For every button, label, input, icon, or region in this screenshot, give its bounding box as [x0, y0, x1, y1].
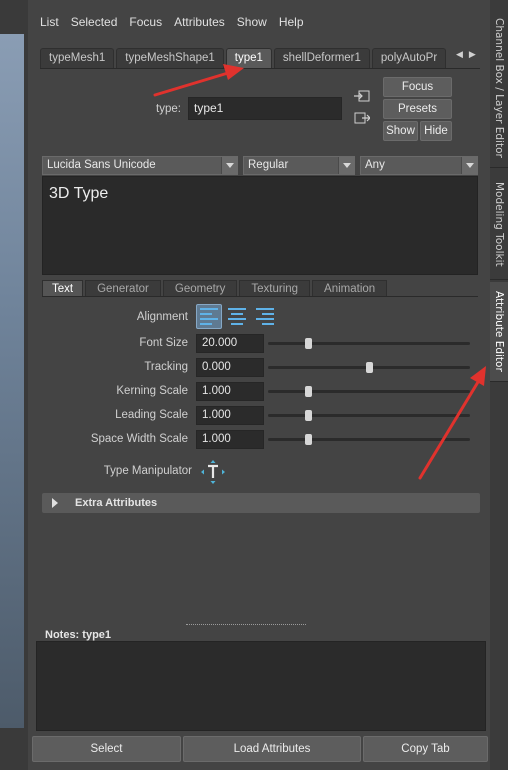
- slider-handle[interactable]: [366, 362, 373, 373]
- tab-scroll-arrows: ◀ ▶: [456, 50, 476, 60]
- tracking-label: Tracking: [144, 361, 188, 373]
- font-family-value: Lucida Sans Unicode: [47, 159, 156, 171]
- tab-scroll-left-icon[interactable]: ◀: [456, 50, 463, 60]
- notes-text-area[interactable]: [36, 641, 486, 731]
- bottom-button-bar: Select Load Attributes Copy Tab: [28, 736, 490, 762]
- input-connection-icon[interactable]: [354, 89, 370, 103]
- attribute-editor-panel: List Selected Focus Attributes Show Help…: [28, 0, 490, 770]
- font-size-label: Font Size: [139, 337, 188, 349]
- menu-bar: List Selected Focus Attributes Show Help: [28, 12, 310, 32]
- tab-modeling-toolkit[interactable]: Modeling Toolkit: [490, 170, 508, 280]
- leading-scale-field[interactable]: 1.000: [196, 406, 264, 425]
- slider-track: [268, 390, 470, 393]
- attribute-sub-tabs: Text Generator Geometry Texturing Animat…: [42, 280, 389, 297]
- node-name-field[interactable]: type1: [188, 97, 342, 120]
- show-button[interactable]: Show: [383, 121, 418, 141]
- 3d-viewport[interactable]: [0, 34, 24, 728]
- focus-button[interactable]: Focus: [383, 77, 452, 97]
- notes-title: Notes: type1: [45, 629, 111, 641]
- menu-help[interactable]: Help: [273, 12, 310, 32]
- tab-typemesh1[interactable]: typeMesh1: [40, 48, 115, 68]
- select-button[interactable]: Select: [32, 736, 181, 762]
- subtab-generator[interactable]: Generator: [85, 280, 161, 297]
- tab-scroll-right-icon[interactable]: ▶: [469, 50, 476, 60]
- extra-attributes-header[interactable]: Extra Attributes: [42, 493, 480, 513]
- alignment-buttons: [196, 304, 278, 329]
- slider-handle[interactable]: [305, 386, 313, 397]
- tracking-slider[interactable]: [268, 362, 470, 373]
- slider-handle[interactable]: [305, 434, 313, 445]
- slider-track: [268, 342, 470, 345]
- slider-handle[interactable]: [305, 338, 313, 349]
- notes-node-name: type1: [82, 629, 112, 641]
- leading-scale-slider[interactable]: [268, 410, 470, 421]
- font-style-value: Regular: [248, 159, 289, 171]
- tab-attribute-editor[interactable]: Attribute Editor: [490, 282, 508, 382]
- menu-list[interactable]: List: [28, 12, 65, 32]
- font-size-field[interactable]: 20.000: [196, 334, 264, 353]
- load-attributes-button[interactable]: Load Attributes: [183, 736, 361, 762]
- align-center-icon[interactable]: [224, 304, 250, 329]
- tab-divider: [40, 68, 480, 69]
- space-width-scale-slider[interactable]: [268, 434, 470, 445]
- slider-track: [268, 438, 470, 441]
- notes-resize-handle[interactable]: [186, 624, 306, 625]
- slider-handle[interactable]: [305, 410, 313, 421]
- alignment-label: Alignment: [136, 311, 188, 323]
- subtab-texturing[interactable]: Texturing: [239, 280, 311, 297]
- align-left-icon[interactable]: [196, 304, 222, 329]
- chevron-down-icon: [338, 157, 354, 174]
- space-width-scale-label: Space Width Scale: [90, 433, 188, 445]
- hide-button[interactable]: Hide: [420, 121, 452, 141]
- tab-type1[interactable]: type1: [225, 48, 272, 69]
- writing-system-value: Any: [365, 159, 385, 171]
- extra-attributes-label: Extra Attributes: [75, 497, 158, 509]
- type-manipulator-label: Type Manipulator: [103, 465, 192, 477]
- tab-shelldeformer1[interactable]: shellDeformer1: [273, 48, 370, 68]
- type-manipulator-icon[interactable]: [200, 459, 226, 485]
- notes-label: Notes:: [45, 629, 80, 641]
- chevron-down-icon: [221, 157, 237, 174]
- font-family-dropdown[interactable]: Lucida Sans Unicode: [42, 156, 238, 175]
- slider-track: [268, 414, 470, 417]
- subtab-divider: [42, 296, 478, 297]
- subtab-text[interactable]: Text: [42, 280, 84, 297]
- kerning-scale-slider[interactable]: [268, 386, 470, 397]
- presets-button[interactable]: Presets: [383, 99, 452, 119]
- tab-typemeshshape1[interactable]: typeMeshShape1: [116, 48, 224, 68]
- writing-system-dropdown[interactable]: Any: [360, 156, 478, 175]
- menu-attributes[interactable]: Attributes: [168, 12, 231, 32]
- output-connection-icon[interactable]: [354, 111, 370, 125]
- leading-scale-label: Leading Scale: [115, 409, 188, 421]
- tab-polyautoproj[interactable]: polyAutoPr: [371, 48, 446, 68]
- type-text-input[interactable]: 3D Type: [42, 176, 478, 275]
- kerning-scale-field[interactable]: 1.000: [196, 382, 264, 401]
- font-size-slider[interactable]: [268, 338, 470, 349]
- tab-channel-box-layer-editor[interactable]: Channel Box / Layer Editor: [490, 8, 508, 168]
- subtab-geometry[interactable]: Geometry: [162, 280, 238, 297]
- menu-focus[interactable]: Focus: [123, 12, 168, 32]
- menu-selected[interactable]: Selected: [65, 12, 124, 32]
- chevron-down-icon: [461, 157, 477, 174]
- node-tabs: typeMesh1 typeMeshShape1 type1 shellDefo…: [40, 48, 448, 69]
- space-width-scale-field[interactable]: 1.000: [196, 430, 264, 449]
- menu-show[interactable]: Show: [231, 12, 273, 32]
- type-label: type:: [156, 103, 181, 115]
- right-side-tabs: Channel Box / Layer Editor Modeling Tool…: [490, 0, 508, 770]
- expand-triangle-icon: [52, 498, 58, 508]
- subtab-animation[interactable]: Animation: [312, 280, 388, 297]
- kerning-scale-label: Kerning Scale: [116, 385, 188, 397]
- align-right-icon[interactable]: [252, 304, 278, 329]
- font-style-dropdown[interactable]: Regular: [243, 156, 355, 175]
- viewport-strip: [0, 0, 28, 770]
- tracking-field[interactable]: 0.000: [196, 358, 264, 377]
- copy-tab-button[interactable]: Copy Tab: [363, 736, 488, 762]
